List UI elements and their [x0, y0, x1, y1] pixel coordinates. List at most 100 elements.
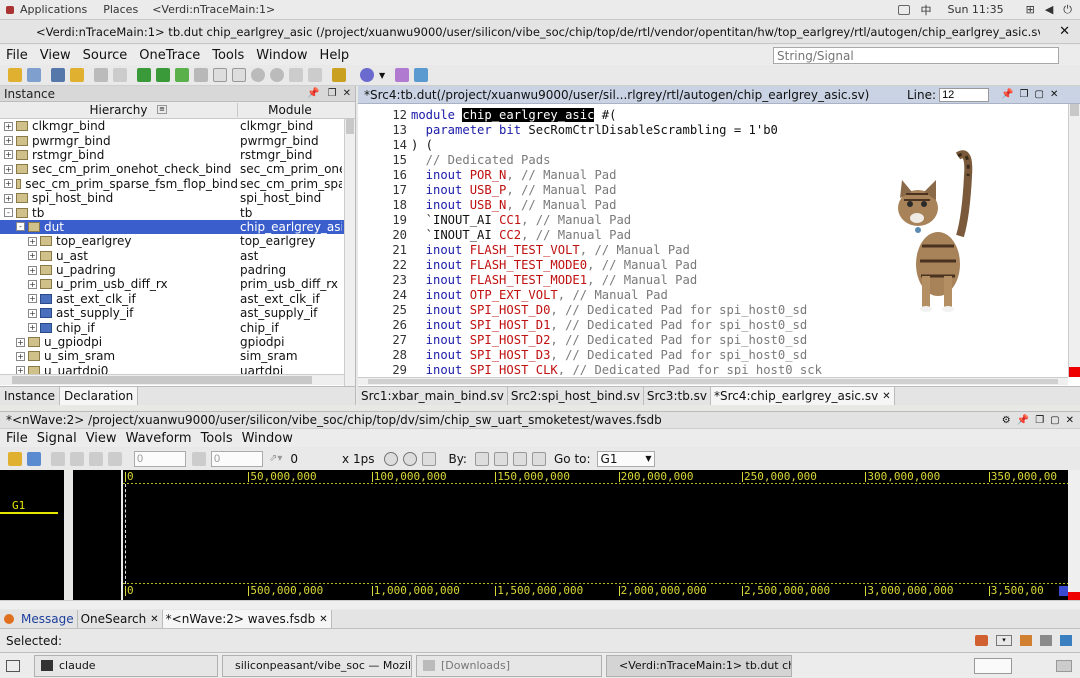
task-firefox[interactable]: siliconpeasant/vibe_soc — Mozilla Fi...	[222, 654, 412, 677]
register-icon[interactable]	[395, 68, 410, 82]
show-desktop-icon[interactable]	[6, 659, 20, 672]
down-icon[interactable]	[270, 68, 284, 82]
new-icon[interactable]	[27, 68, 41, 82]
copy-icon[interactable]	[113, 68, 127, 82]
restore-icon[interactable]: ❐	[328, 88, 337, 99]
tab-src3[interactable]: Src3:tb.sv	[643, 387, 711, 405]
code-line[interactable]: 27 inout SPI_HOST_D2, // Dedicated Pad f…	[358, 332, 1066, 347]
workspace-indicator-icon[interactable]	[1056, 659, 1072, 672]
menu-help[interactable]: Help	[320, 48, 350, 63]
expand-toggle-icon[interactable]: +	[28, 279, 37, 289]
dropdown-arrow-icon[interactable]: ▼	[379, 71, 385, 80]
dataflow-icon[interactable]	[414, 68, 429, 82]
tree-row[interactable]: + ast_supply_if ast_supply_if	[0, 306, 355, 320]
tree-row[interactable]: + clkmgr_bind clkmgr_bind	[0, 119, 355, 133]
nwave-menu-window[interactable]: Window	[242, 431, 293, 446]
step-icon[interactable]	[213, 68, 227, 82]
source-close-icon[interactable]: ✕	[1050, 89, 1058, 100]
source-max-icon[interactable]: ▢	[1034, 89, 1043, 100]
tree-horizontal-scrollbar[interactable]	[0, 374, 344, 385]
schematic-icon[interactable]	[332, 68, 346, 82]
menu-window[interactable]: Window	[256, 48, 307, 63]
trace-driver-icon[interactable]	[156, 68, 170, 82]
wave-horizontal-scrollbar[interactable]	[0, 600, 1080, 609]
goto-select[interactable]: G1 ▼	[596, 450, 655, 467]
tab-message[interactable]: Message	[18, 610, 78, 628]
tab-nwave[interactable]: *<nWave:2> waves.fsdb ✕	[162, 610, 332, 628]
window-icon[interactable]	[289, 68, 303, 82]
nwave-pin-icon[interactable]: 📌	[1017, 415, 1029, 426]
folder-icon[interactable]	[70, 68, 84, 82]
cascade-icon[interactable]	[308, 68, 322, 82]
copy-wave-icon[interactable]	[89, 451, 103, 466]
forward-icon[interactable]	[194, 68, 208, 82]
paste-icon[interactable]	[108, 451, 122, 466]
expand-toggle-icon[interactable]: +	[28, 265, 37, 275]
expand-toggle-icon[interactable]: +	[4, 179, 13, 189]
power-icon[interactable]: ⏻	[1063, 3, 1072, 17]
volume-icon[interactable]: ◀	[1045, 3, 1053, 16]
onesearch-close-icon[interactable]: ✕	[150, 614, 158, 625]
tree-row[interactable]: + u_gpiodpi gpiodpi	[0, 335, 355, 349]
task-verdi[interactable]: <Verdi:nTraceMain:1> tb.dut chip_ea...	[606, 654, 792, 677]
menu-file[interactable]: File	[6, 48, 28, 63]
zoom-in-icon[interactable]	[384, 451, 399, 466]
code-line[interactable]: 12 module chip_earlgrey_asic #(	[358, 107, 1066, 122]
expand-toggle-icon[interactable]: -	[16, 222, 25, 232]
menu-view[interactable]: View	[40, 48, 71, 63]
expand-toggle-icon[interactable]: +	[28, 236, 37, 246]
wave-reload-icon[interactable]	[27, 451, 41, 466]
nwave-menu-tools[interactable]: Tools	[201, 431, 233, 446]
tab-src2[interactable]: Src2:spi_host_bind.sv	[507, 387, 644, 405]
network-icon[interactable]: ⊞	[1026, 3, 1035, 16]
tree-row[interactable]: + ast_ext_clk_if ast_ext_clk_if	[0, 292, 355, 306]
open-icon[interactable]	[8, 68, 22, 82]
waveform-pane[interactable]: 0 50,000,000 100,000,000 150,000,000 200,000…	[123, 470, 1068, 600]
column-module[interactable]: Module	[238, 103, 342, 117]
tree-row[interactable]: + u_ast ast	[0, 249, 355, 263]
notes-icon[interactable]	[1040, 635, 1052, 646]
cut-icon[interactable]	[70, 451, 84, 466]
tree-row[interactable]: + sec_cm_prim_sparse_fsm_flop_bind sec_cm_…	[0, 177, 355, 191]
source-restore-icon[interactable]: ❐	[1020, 89, 1029, 100]
wave-open-icon[interactable]	[8, 451, 22, 466]
tree-row[interactable]: + rstmgr_bind rstmgr_bind	[0, 148, 355, 162]
tree-row[interactable]: - dut chip_earlgrey_asic	[0, 219, 355, 235]
trace-load-icon[interactable]	[137, 68, 151, 82]
edit-icon[interactable]	[94, 68, 108, 82]
source-horizontal-scrollbar[interactable]	[358, 377, 1068, 385]
tab-onesearch[interactable]: OneSearch ✕	[77, 610, 163, 628]
search-by-icon[interactable]	[474, 451, 489, 466]
source-pin-icon[interactable]: 📌	[1001, 89, 1013, 100]
search-options-icon[interactable]	[531, 451, 546, 466]
menu-tools[interactable]: Tools	[212, 48, 244, 63]
applications-menu[interactable]: Applications	[20, 3, 87, 16]
search-input[interactable]	[773, 47, 1059, 64]
active-app-label[interactable]: <Verdi:nTraceMain:1>	[152, 3, 275, 16]
line-number-input[interactable]	[939, 87, 990, 102]
goto-dropdown-icon[interactable]: ▼	[645, 454, 651, 463]
tree-row[interactable]: + u_prim_usb_diff_rx prim_usb_diff_rx	[0, 277, 355, 291]
clock[interactable]: Sun 11:35	[947, 3, 1003, 16]
expand-toggle-icon[interactable]: +	[28, 323, 37, 333]
tree-row[interactable]: + top_earlgrey top_earlgrey	[0, 234, 355, 248]
menu-onetrace[interactable]: OneTrace	[139, 48, 200, 63]
source-hscroll-thumb[interactable]	[368, 379, 1058, 384]
tab-instance[interactable]: Instance	[0, 387, 61, 405]
tree-row[interactable]: + u_padring padring	[0, 263, 355, 277]
task-downloads[interactable]: [Downloads]	[416, 654, 602, 677]
home-icon[interactable]	[975, 635, 988, 646]
input-method-label[interactable]: 中	[920, 2, 931, 18]
pin-icon[interactable]: 📌	[307, 88, 319, 99]
nwave-gear-icon[interactable]: ⚙	[1002, 415, 1011, 426]
code-line[interactable]: 13 parameter bit SecRomCtrlDisableScramb…	[358, 122, 1066, 137]
zoom-out-icon[interactable]	[403, 451, 418, 466]
tree-row[interactable]: + chip_if chip_if	[0, 320, 355, 335]
zoom-fit-icon[interactable]	[422, 451, 437, 466]
nwave-menu-file[interactable]: File	[6, 431, 28, 446]
tree-vertical-scrollbar[interactable]	[344, 119, 355, 388]
tree-row[interactable]: + pwrmgr_bind pwrmgr_bind	[0, 133, 355, 148]
menu-source[interactable]: Source	[83, 48, 128, 63]
search-next-icon[interactable]	[512, 451, 527, 466]
tab-src1[interactable]: Src1:xbar_main_bind.sv	[358, 387, 508, 405]
